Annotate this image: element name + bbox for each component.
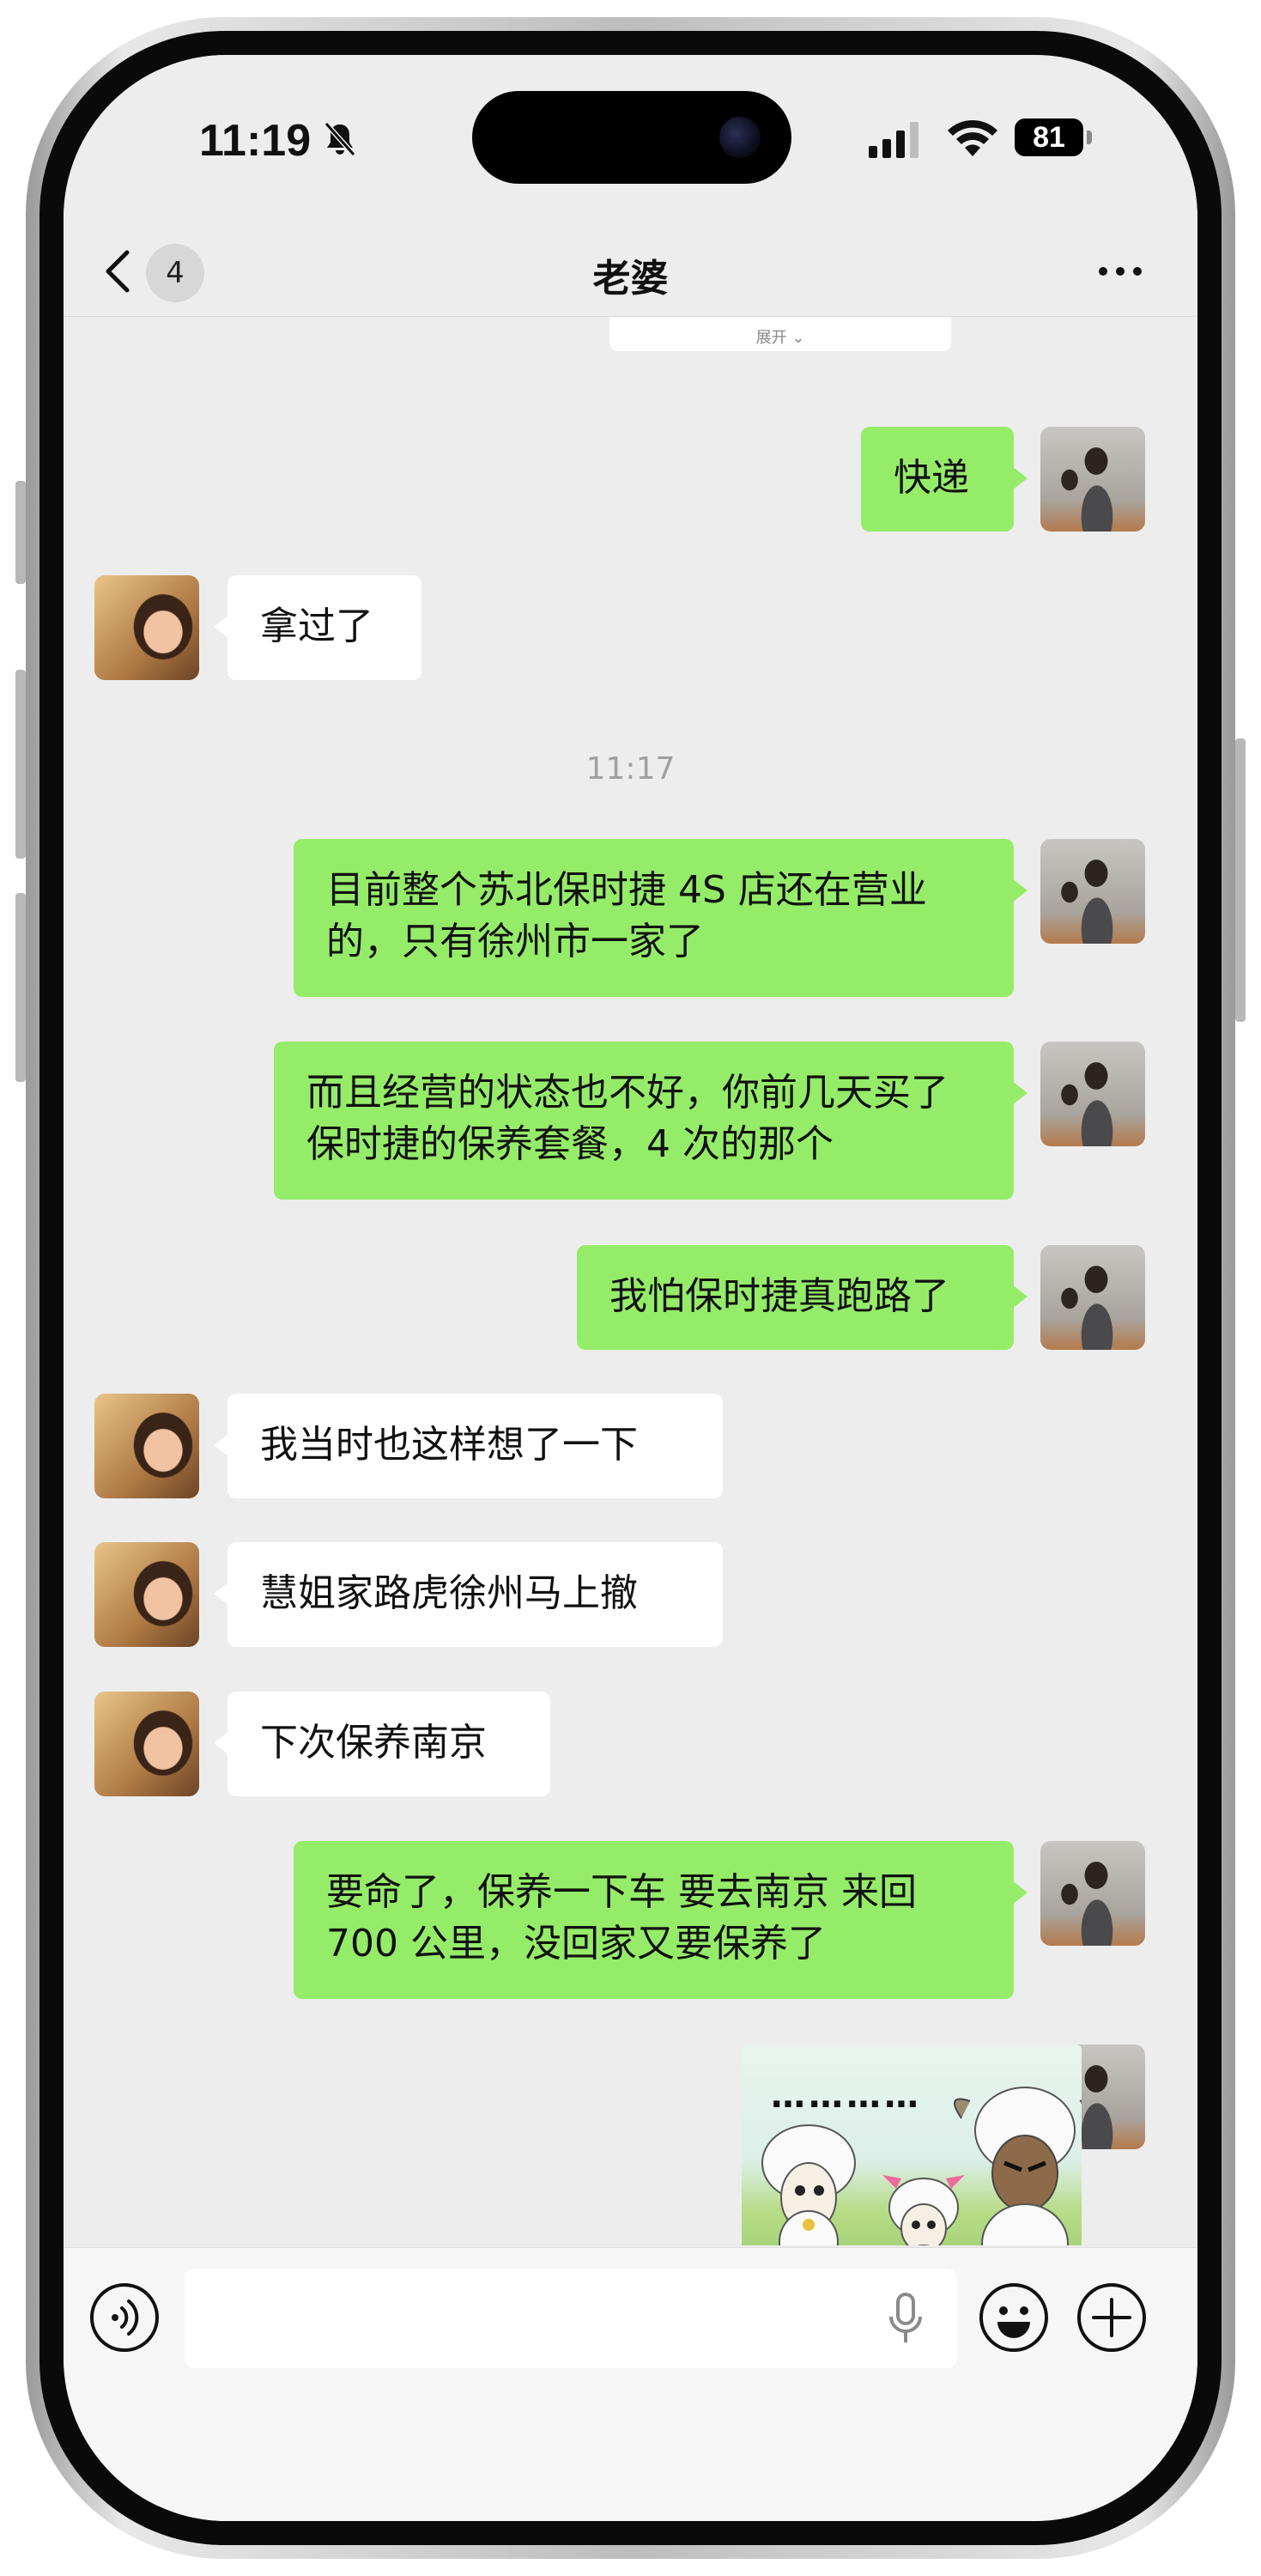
status-bar: 11:19 81 (64, 55, 1197, 227)
plus-icon[interactable] (1076, 2282, 1147, 2353)
sticker-image[interactable]: ………… (742, 2044, 1082, 2245)
contact-avatar[interactable] (94, 1394, 199, 1498)
my-avatar[interactable] (1040, 427, 1145, 532)
chat-timestamp: 11:17 (585, 751, 676, 787)
phone-screen: 11:19 81 4 老婆 展开 ⌄ 快递 拿过了 11:17 目前整个苏北保时… (64, 55, 1197, 2521)
my-avatar[interactable] (1040, 1042, 1145, 1146)
message-bubble-outgoing[interactable]: 而且经营的状态也不好，你前几天买了保时捷的保养套餐，4 次的那个 (274, 1042, 1028, 1200)
bell-off-icon (324, 122, 356, 156)
chat-title: 老婆 (592, 257, 669, 301)
message-bubble-outgoing[interactable]: 快递 (861, 427, 1028, 532)
input-bar (64, 2247, 1197, 2521)
contact-avatar[interactable] (94, 1692, 199, 1796)
my-avatar[interactable] (1040, 1245, 1145, 1350)
volume-up-button (15, 670, 26, 859)
message-bubble-outgoing[interactable]: 要命了，保养一下车 要去南京 来回 700 公里，没回家又要保养了 (294, 1841, 1028, 1999)
message-bubble-outgoing[interactable]: 我怕保时捷真跑路了 (577, 1245, 1028, 1350)
microphone-icon[interactable] (884, 2291, 927, 2346)
status-time: 11:19 (199, 116, 312, 166)
message-bubble-incoming[interactable]: 拿过了 (214, 575, 421, 680)
message-input[interactable] (185, 2269, 957, 2368)
battery-tip (1087, 131, 1092, 144)
message-bubble-incoming[interactable]: 慧姐家路虎徐州马上撤 (214, 1542, 723, 1647)
cellular-signal-icon (869, 122, 918, 158)
contact-avatar[interactable] (94, 1542, 199, 1647)
wifi-icon (948, 119, 997, 156)
power-button (1235, 738, 1246, 1022)
expand-label[interactable]: 展开 ⌄ (609, 325, 951, 348)
chat-header: 4 老婆 (64, 227, 1197, 317)
voice-icon[interactable] (89, 2282, 160, 2353)
collapsed-message-card[interactable]: 展开 ⌄ (609, 317, 951, 351)
volume-down-button (15, 893, 26, 1082)
dynamic-island (472, 91, 791, 184)
cartoon-sheep-illustration (761, 2087, 1082, 2245)
emoji-icon[interactable] (979, 2282, 1049, 2353)
message-bubble-incoming[interactable]: 我当时也这样想了一下 (214, 1394, 723, 1498)
battery-level: 81 (1015, 118, 1083, 156)
contact-avatar[interactable] (94, 575, 199, 680)
message-bubble-incoming[interactable]: 下次保养南京 (214, 1692, 550, 1796)
action-button (15, 481, 26, 584)
my-avatar[interactable] (1040, 839, 1145, 944)
front-camera (719, 117, 761, 158)
message-bubble-outgoing[interactable]: 目前整个苏北保时捷 4S 店还在营业的，只有徐州市一家了 (294, 839, 1028, 997)
more-dots-icon[interactable] (1094, 254, 1146, 289)
message-list[interactable]: 展开 ⌄ 快递 拿过了 11:17 目前整个苏北保时捷 4S 店还在营业的，只有… (64, 317, 1197, 2245)
my-avatar[interactable] (1040, 1841, 1145, 1946)
